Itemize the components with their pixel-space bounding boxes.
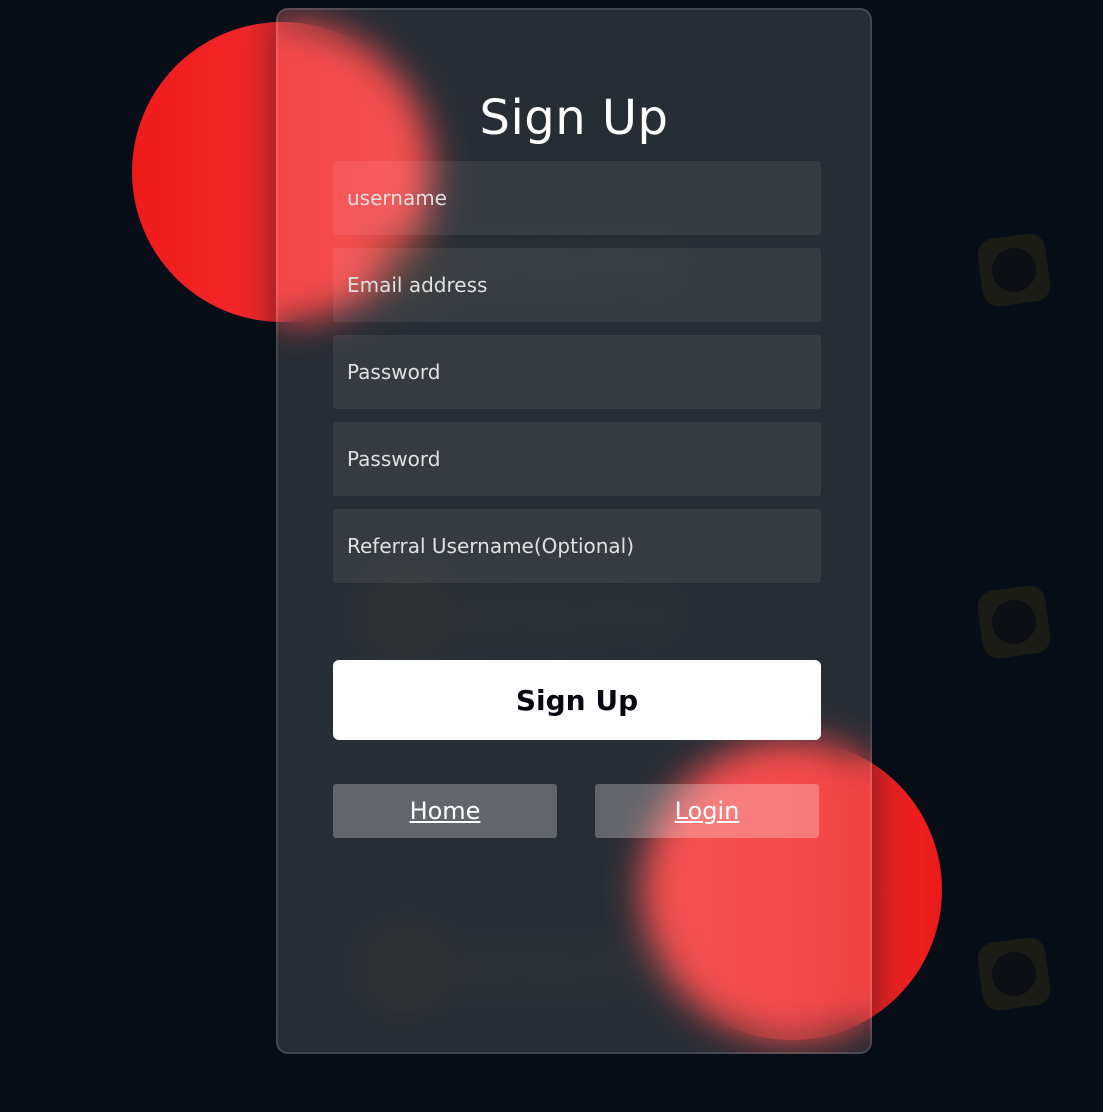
referral-username-field[interactable] — [333, 509, 821, 583]
watermark — [975, 231, 1053, 309]
watermark — [975, 935, 1053, 1013]
login-link-button[interactable]: Login — [595, 784, 819, 838]
email-field[interactable] — [333, 248, 821, 322]
home-link[interactable]: Home — [410, 797, 481, 825]
login-link[interactable]: Login — [675, 797, 740, 825]
page-background: WikiFX WikiFX WikiFX Sign Up Sign Up Hom… — [0, 0, 1103, 1112]
watermark — [975, 583, 1053, 661]
signup-card: Sign Up Sign Up Home Login — [276, 8, 872, 1054]
signup-button[interactable]: Sign Up — [333, 660, 821, 740]
page-title: Sign Up — [479, 90, 669, 146]
wikifx-eagle-icon — [975, 583, 1053, 661]
confirm-password-field[interactable] — [333, 422, 821, 496]
home-link-button[interactable]: Home — [333, 784, 557, 838]
password-field[interactable] — [333, 335, 821, 409]
wikifx-eagle-icon — [975, 935, 1053, 1013]
username-field[interactable] — [333, 161, 821, 235]
wikifx-eagle-icon — [975, 231, 1053, 309]
